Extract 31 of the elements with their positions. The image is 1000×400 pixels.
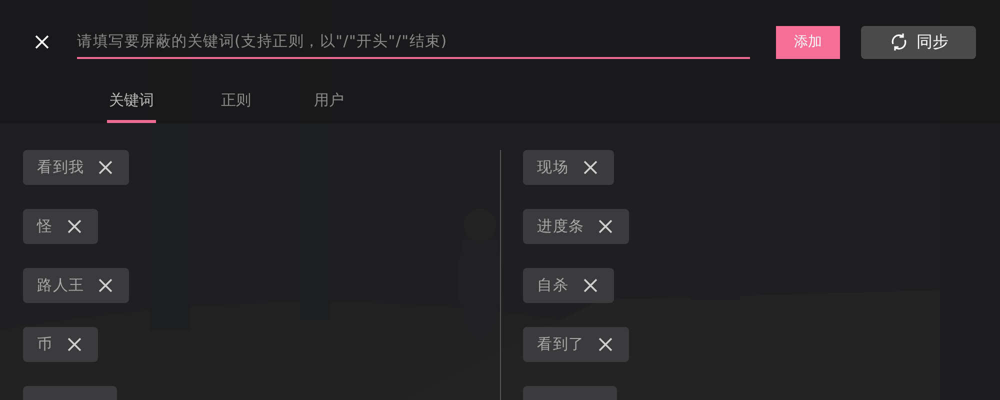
- remove-button[interactable]: [598, 219, 614, 234]
- keyword-text: 币: [37, 334, 53, 356]
- search-field[interactable]: 请填写要屏蔽的关键词(支持正则，以"/"开头"/"结束): [77, 25, 750, 59]
- keyword-text: 怪: [37, 216, 53, 238]
- keyword-text: 路人王: [37, 275, 84, 296]
- remove-icon: [66, 219, 82, 234]
- remove-button[interactable]: [582, 278, 598, 293]
- sync-button[interactable]: 同步: [861, 26, 976, 58]
- remove-icon: [582, 160, 598, 175]
- tab[interactable]: 正则: [219, 84, 253, 123]
- remove-button[interactable]: [98, 160, 114, 175]
- remove-button[interactable]: [598, 337, 614, 352]
- remove-button[interactable]: [98, 278, 114, 293]
- keyword-text: 看到我: [37, 157, 84, 178]
- keyword-text: 看到了: [537, 334, 584, 356]
- remove-icon: [598, 337, 614, 352]
- keyword-text: 自杀: [537, 275, 568, 296]
- remove-button[interactable]: [66, 337, 82, 352]
- remove-button[interactable]: [66, 219, 82, 234]
- close-icon: [35, 35, 49, 49]
- add-button[interactable]: 添加: [776, 26, 840, 58]
- remove-icon: [98, 278, 114, 293]
- keyword-text: 现场: [537, 157, 568, 178]
- remove-icon: [582, 278, 598, 293]
- remove-button[interactable]: [582, 160, 598, 175]
- remove-icon: [66, 337, 82, 352]
- remove-icon: [98, 160, 114, 175]
- close-button[interactable]: [33, 33, 51, 51]
- remove-icon: [598, 219, 614, 234]
- tab[interactable]: 用户: [312, 84, 346, 123]
- keyword-text: 进度条: [537, 216, 584, 238]
